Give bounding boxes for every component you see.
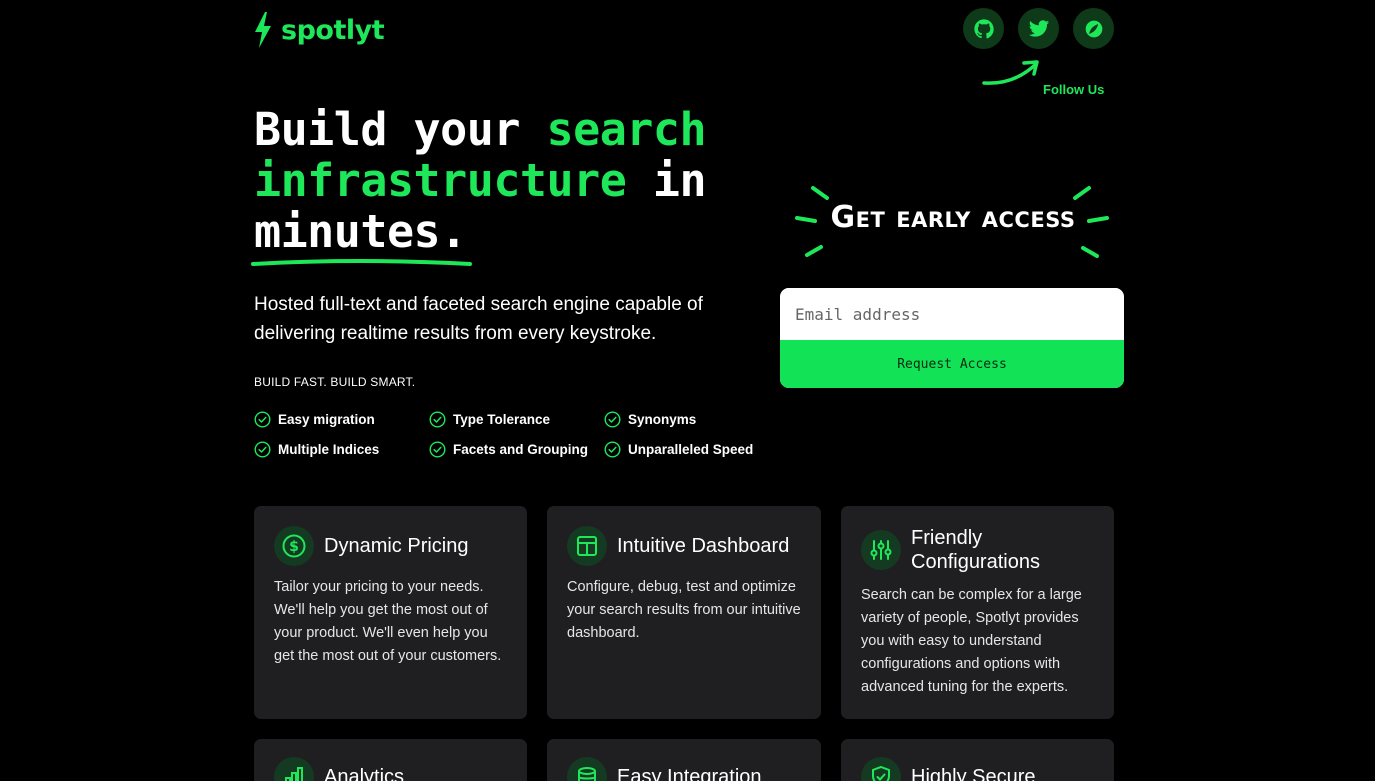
hero-subtitle: Hosted full-text and faceted search engi… <box>254 294 703 344</box>
brand-logo[interactable]: spotlyt <box>253 12 385 48</box>
card-description: Configure, debug, test and optimize your… <box>567 579 801 641</box>
tagline: BUILD FAST. BUILD SMART. <box>254 375 416 389</box>
hero-text-5: minutes. <box>254 205 467 258</box>
check-circle-icon <box>604 410 621 428</box>
feature-card: Friendly Configurations Search can be co… <box>841 506 1114 719</box>
feature-label: Easy migration <box>278 411 375 427</box>
feature-label: Facets and Grouping <box>453 441 589 457</box>
curved-arrow-icon <box>982 60 1039 85</box>
email-input[interactable] <box>780 288 1124 340</box>
feature-label: Type Tolerance <box>453 411 551 427</box>
feature-label: Unparalleled Speed <box>628 441 754 457</box>
feature-item: Synonyms <box>604 410 779 428</box>
feature-label: Synonyms <box>628 411 697 427</box>
discord-icon <box>1085 20 1102 37</box>
feature-card: Highly Secure <box>841 739 1114 781</box>
twitter-icon <box>1028 19 1049 37</box>
dashboard-layout-icon <box>567 526 607 566</box>
card-title: Dynamic Pricing <box>324 535 469 557</box>
early-access-title: Get early access <box>830 200 1076 235</box>
discord-button[interactable] <box>1073 8 1114 49</box>
twitter-button[interactable] <box>1018 8 1059 49</box>
feature-item: Type Tolerance <box>429 410 604 428</box>
check-circle-icon <box>429 410 446 428</box>
hero-underline <box>251 259 472 266</box>
feature-card: Analytics <box>254 739 527 781</box>
check-circle-icon <box>604 440 621 458</box>
follow-us-label: Follow Us <box>1043 82 1105 97</box>
feature-card: Intuitive Dashboard Configure, debug, te… <box>547 506 821 719</box>
feature-item: Unparalleled Speed <box>604 440 779 458</box>
lightning-bolt-icon <box>255 12 271 48</box>
shield-check-icon <box>861 757 901 781</box>
card-title: Intuitive Dashboard <box>617 535 790 557</box>
sliders-icon <box>861 530 901 570</box>
feature-card: Easy Integration <box>547 739 821 781</box>
card-title: Highly Secure <box>911 766 1036 781</box>
card-title: Analytics <box>324 766 405 781</box>
hero-title: Build your search infrastructure in minute… <box>254 104 774 257</box>
github-icon <box>973 18 994 38</box>
early-access-form: Request Access <box>780 288 1124 388</box>
card-title: Easy Integration <box>617 766 762 781</box>
feature-card: $ Dynamic Pricing Tailor your pricing to… <box>254 506 527 719</box>
early-access-heading-block: Get early access <box>795 180 1111 260</box>
card-title: Friendly Configurations <box>911 527 1040 573</box>
hero-text-3: infrastructure <box>254 154 627 207</box>
hero-text-2: search <box>546 103 707 156</box>
feature-list: Easy migration Type Tolerance Synonyms M… <box>254 410 779 458</box>
check-circle-icon <box>254 410 271 428</box>
request-access-button[interactable]: Request Access <box>780 340 1124 388</box>
svg-text:$: $ <box>289 539 299 555</box>
check-circle-icon <box>254 440 271 458</box>
feature-item: Facets and Grouping <box>429 440 604 458</box>
bar-chart-icon <box>274 757 314 781</box>
database-icon <box>567 757 607 781</box>
feature-label: Multiple Indices <box>278 441 380 457</box>
dollar-circle-icon: $ <box>274 526 314 566</box>
feature-item: Multiple Indices <box>254 440 429 458</box>
card-description: Tailor your pricing to your needs. We'll… <box>274 579 502 664</box>
hero-text-4: in <box>626 154 707 207</box>
check-circle-icon <box>429 440 446 458</box>
card-description: Search can be complex for a large variet… <box>861 587 1082 695</box>
hero-text-1: Build your <box>254 103 547 156</box>
github-button[interactable] <box>963 8 1004 49</box>
brand-name: spotlyt <box>281 14 385 46</box>
feature-item: Easy migration <box>254 410 429 428</box>
